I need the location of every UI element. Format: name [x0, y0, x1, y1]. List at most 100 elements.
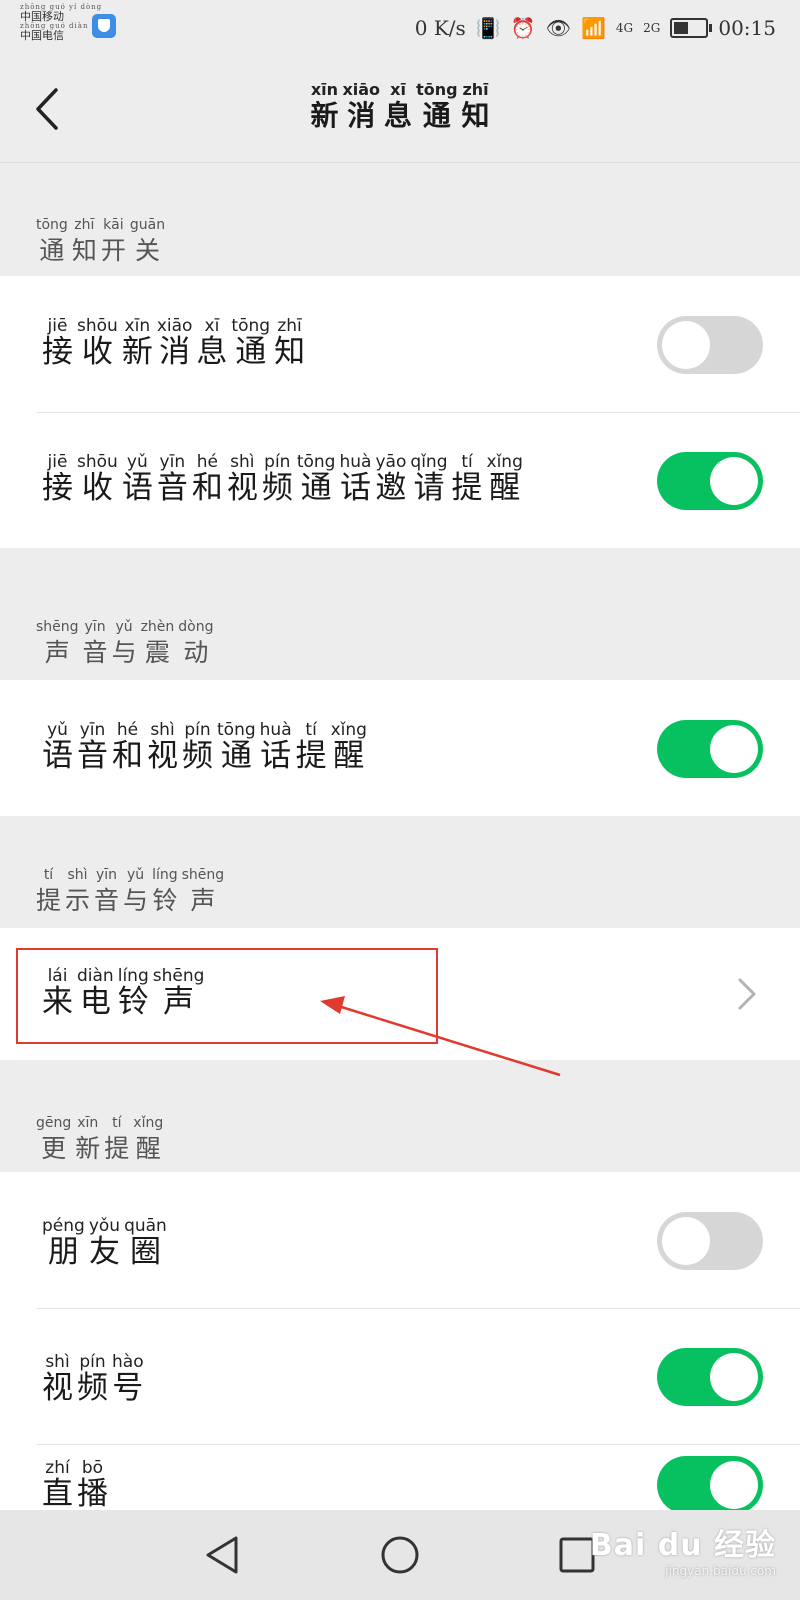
toggle-receive-call[interactable] — [657, 452, 763, 510]
ruby-char: tí 提 — [36, 866, 61, 918]
net-speed: 0 K/s — [414, 16, 466, 40]
hanzi: 视 — [226, 470, 258, 506]
hanzi: 音 — [77, 738, 108, 774]
hanzi: 醒 — [333, 738, 365, 774]
vibrate-icon: 📳 — [475, 16, 501, 40]
hanzi: 邀 — [375, 470, 407, 506]
hanzi: 频 — [261, 470, 293, 506]
toggle-call-alert[interactable] — [657, 720, 763, 778]
toggle-live[interactable] — [657, 1456, 763, 1510]
ruby-char: huà 话 — [260, 721, 292, 773]
ruby-char: shōu 收 — [77, 453, 118, 505]
section-label-notify-switch: tōng 通 zhī 知 kāi 开 guān 关 — [36, 214, 165, 268]
row-label-call-alert: yǔ 语 yīn 音 hé 和 shì 视 pín 频 tōng 通 huà 话 tí 提 xǐng 醒 — [42, 720, 367, 773]
pinyin: tí — [305, 720, 317, 740]
ruby-char: yǔ 与 — [123, 866, 148, 918]
card-update-reminder: péng 朋 yǒu 友 quān 圈 shì 视 pín 频 hào 号 zhí 直 bō 播 — [0, 1172, 800, 1510]
hanzi: 语 — [42, 738, 73, 774]
hanzi: 接 — [42, 470, 73, 506]
status-bar: zhōng guó yí dòng 中国移动 zhōng guó diàn xì… — [0, 0, 800, 62]
hanzi: 提 — [36, 886, 62, 915]
ruby-char: yǔ 语 — [122, 453, 153, 505]
pinyin: xiāo — [156, 316, 193, 336]
pinyin: xī — [390, 80, 406, 99]
toggle-knob — [710, 1461, 758, 1509]
hanzi: 铃 — [152, 886, 178, 915]
pinyin: dòng — [178, 619, 214, 635]
pinyin: bō — [81, 1458, 104, 1478]
hanzi: 知 — [461, 99, 490, 132]
pinyin: hé — [116, 720, 139, 740]
toggle-receive-new[interactable] — [657, 316, 763, 374]
pinyin: tí — [112, 1115, 122, 1131]
pinyin: pín — [79, 1352, 106, 1372]
ruby-char: tí 提 — [104, 1114, 129, 1166]
pinyin: xīn — [310, 80, 339, 99]
pinyin: shēng — [181, 867, 225, 883]
hanzi: 通 — [235, 334, 267, 370]
toggle-knob — [710, 457, 758, 505]
alarm-icon: ⏰ — [510, 16, 536, 40]
row-label-receive-new: jiē 接 shōu 收 xīn 新 xiāo 消 xī 息 tōng 通 zhī 知 — [42, 316, 305, 369]
hanzi: 话 — [260, 738, 292, 774]
row-channels[interactable]: shì 视 pín 频 hào 号 — [0, 1308, 800, 1444]
pinyin: tí — [461, 452, 473, 472]
ruby-char: xǐng 醒 — [487, 453, 523, 505]
pinyin: shōu — [77, 316, 118, 336]
hanzi: 知 — [274, 334, 306, 370]
hanzi: 音 — [94, 886, 120, 915]
card-sound-vibration: yǔ 语 yīn 音 hé 和 shì 视 pín 频 tōng 通 huà 话 tí 提 xǐng 醒 — [0, 680, 800, 816]
hanzi: 震 — [144, 638, 170, 667]
row-receive-call[interactable]: jiē 接 shōu 收 yǔ 语 yīn 音 hé 和 shì 视 pín 频 tōng 通 huà 话 yāo 邀… — [0, 412, 800, 548]
ruby-char: xīn 新 — [310, 81, 338, 133]
pinyin: tōng — [231, 316, 271, 336]
row-call-alert[interactable]: yǔ 语 yīn 音 hé 和 shì 视 pín 频 tōng 通 huà 话 tí 提 xǐng 醒 — [0, 680, 800, 816]
ruby-char: pín 频 — [182, 721, 213, 773]
ruby-char: xīn 新 — [122, 317, 153, 369]
pinyin: jiē — [47, 316, 68, 336]
ruby-char: pín 频 — [77, 1353, 108, 1405]
hanzi: 视 — [42, 1370, 73, 1406]
row-live[interactable]: zhí 直 bō 播 — [0, 1444, 800, 1510]
ruby-char: xǐng 醒 — [133, 1114, 163, 1166]
hanzi: 收 — [81, 470, 113, 506]
ruby-char: shì 视 — [42, 1353, 73, 1405]
ruby-char: xiāo 消 — [342, 81, 380, 133]
hanzi: 视 — [147, 738, 178, 774]
row-receive-new[interactable]: jiē 接 shōu 收 xīn 新 xiāo 消 xī 息 tōng 通 zhī 知 — [0, 276, 800, 412]
hanzi: 知 — [71, 236, 97, 265]
ruby-char: jiē 接 — [42, 317, 73, 369]
hanzi: 请 — [413, 470, 445, 506]
pinyin: yǔ — [126, 452, 148, 472]
hanzi: 号 — [112, 1370, 144, 1406]
signal2-label: 2G — [643, 21, 661, 35]
header-divider — [0, 162, 800, 163]
highlight-box — [16, 948, 438, 1044]
row-label-receive-call: jiē 接 shōu 收 yǔ 语 yīn 音 hé 和 shì 视 pín 频 tōng 通 huà 话 yāo 邀… — [42, 452, 523, 505]
pinyin: yǔ — [115, 619, 133, 635]
toggle-knob — [662, 1217, 710, 1265]
nav-home-icon[interactable] — [375, 1530, 425, 1580]
hanzi: 和 — [112, 738, 143, 774]
row-moments[interactable]: péng 朋 yǒu 友 quān 圈 — [0, 1172, 800, 1308]
pinyin: xīn — [124, 316, 151, 336]
ruby-char: yǔ 与 — [112, 618, 137, 670]
hanzi: 接 — [42, 334, 73, 370]
hanzi: 消 — [159, 334, 191, 370]
ruby-char: tí 提 — [452, 453, 483, 505]
chevron-right-icon — [738, 978, 756, 1010]
ruby-char: zhī 知 — [462, 81, 490, 133]
row-label-live: zhí 直 bō 播 — [42, 1458, 108, 1510]
hanzi: 语 — [121, 470, 153, 506]
pinyin: zhèn — [140, 619, 175, 635]
ruby-char: yīn 音 — [77, 721, 108, 773]
toggle-moments[interactable] — [657, 1212, 763, 1270]
toggle-channels[interactable] — [657, 1348, 763, 1406]
hanzi: 频 — [77, 1370, 108, 1406]
ruby-char: jiē 接 — [42, 453, 73, 505]
nav-back-icon[interactable] — [198, 1530, 248, 1580]
eye-icon: 👁 — [545, 16, 571, 40]
hanzi: 播 — [77, 1476, 108, 1510]
pinyin: yǔ — [47, 720, 68, 740]
hanzi: 消 — [347, 99, 376, 132]
